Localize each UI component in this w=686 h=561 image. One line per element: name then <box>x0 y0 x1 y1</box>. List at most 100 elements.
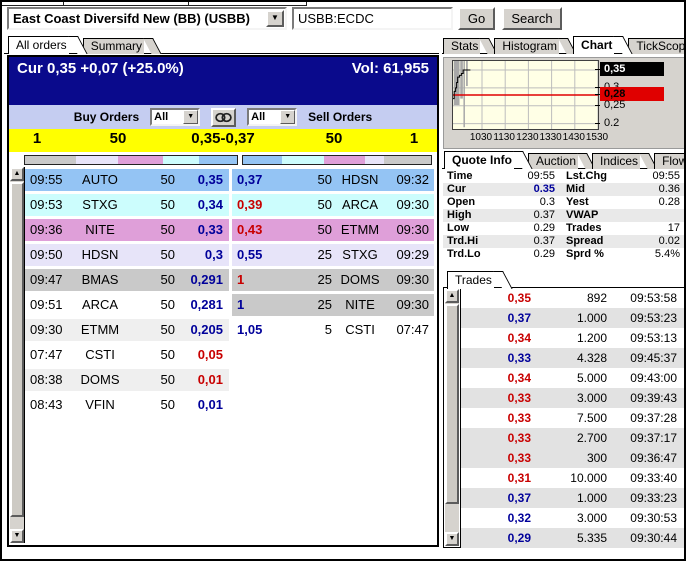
tab-quote-info[interactable]: Quote Info <box>444 151 514 169</box>
trade-time: 09:36:47 <box>630 451 677 465</box>
link-icon <box>215 112 232 122</box>
trade-size: 7.500 <box>576 411 607 425</box>
bid-row[interactable]: 09:55 AUTO 50 0,35 <box>25 169 229 191</box>
quote-value: 0.37 <box>533 209 555 221</box>
bid-row[interactable]: 09:50 HDSN 50 0,3 <box>25 244 229 266</box>
bid-row[interactable]: 08:43 VFIN 50 0,01 <box>25 394 229 416</box>
trade-time: 09:45:37 <box>630 351 677 365</box>
book-scrollbar[interactable]: ▲ ▼ <box>10 167 24 543</box>
go-button[interactable]: Go <box>458 7 495 30</box>
link-button[interactable] <box>211 107 237 127</box>
bid-row[interactable]: 09:53 STXG 50 0,34 <box>25 194 229 216</box>
chevron-down-icon[interactable]: ▼ <box>280 110 296 124</box>
order-price: 0,205 <box>190 322 223 337</box>
chevron-down-icon[interactable]: ▼ <box>183 110 199 124</box>
trades-scrollbar[interactable]: ▲ ▼ <box>445 289 459 546</box>
tab-summary[interactable]: Summary <box>82 38 145 54</box>
depth-segment <box>383 156 431 164</box>
trade-row[interactable]: 0,37 1.000 09:53:23 <box>461 308 684 328</box>
market-maker: ETMM <box>340 222 380 237</box>
scroll-up-button[interactable]: ▲ <box>445 289 459 303</box>
order-price: 1 <box>237 297 245 312</box>
ask-size-total: 50 <box>325 130 343 147</box>
trade-row[interactable]: 0,32 3.000 09:30:53 <box>461 508 684 528</box>
ask-row[interactable]: 1 25 NITE 09:30 <box>232 294 434 316</box>
trades-tabstrip: Trades <box>447 271 508 289</box>
tab-histogram[interactable]: Histogram <box>494 38 560 54</box>
ask-row[interactable]: 0,43 50 ETMM 09:30 <box>232 219 434 241</box>
buy-filter-select[interactable]: All ▼ <box>150 108 201 126</box>
trade-row[interactable]: 0,35 892 09:53:58 <box>461 288 684 308</box>
scroll-up-button[interactable]: ▲ <box>10 167 24 181</box>
tab-indices[interactable]: Indices <box>592 153 641 169</box>
trade-row[interactable]: 0,29 5.335 09:30:44 <box>461 528 684 548</box>
chart-y-tick: 0.2 <box>595 116 640 130</box>
bid-row[interactable]: 08:38 DOMS 50 0,01 <box>25 369 229 391</box>
trade-row[interactable]: 0,33 300 09:36:47 <box>461 448 684 468</box>
scroll-thumb[interactable] <box>10 182 24 517</box>
trade-size: 5.335 <box>576 531 607 545</box>
order-size: 50 <box>160 322 175 337</box>
tab-auction[interactable]: Auction <box>528 153 579 169</box>
chevron-down-icon[interactable]: ▼ <box>266 10 284 27</box>
depth-segment <box>323 156 366 164</box>
order-time: 09:30 <box>396 297 429 312</box>
trade-row[interactable]: 0,37 1.000 09:33:23 <box>461 488 684 508</box>
tab-flow[interactable]: Flow <box>654 153 684 169</box>
quote-value: 0.28 <box>658 196 680 208</box>
quote-value: 0.29 <box>533 248 555 260</box>
price-marker: 0,35 <box>595 61 664 76</box>
tab-tickscope[interactable]: TickScope <box>628 38 684 54</box>
order-size: 25 <box>317 272 332 287</box>
bid-row[interactable]: 09:36 NITE 50 0,33 <box>25 219 229 241</box>
scroll-down-button[interactable]: ▼ <box>10 529 24 543</box>
bid-row[interactable]: 07:47 CSTI 50 0,05 <box>25 344 229 366</box>
ask-row[interactable]: 0,39 50 ARCA 09:30 <box>232 194 434 216</box>
ask-row[interactable]: 0,55 25 STXG 09:29 <box>232 244 434 266</box>
ask-row[interactable]: 1 25 DOMS 09:30 <box>232 269 434 291</box>
trade-time: 09:53:13 <box>630 331 677 345</box>
market-maker: CSTI <box>85 347 115 362</box>
trade-row[interactable]: 0,34 1.200 09:53:13 <box>461 328 684 348</box>
quote-row: Time 09:55 Lst.Chg 09:55 <box>443 170 684 183</box>
bid-ask-range: 0,35-0,37 <box>191 130 255 147</box>
bid-row[interactable]: 09:47 BMAS 50 0,291 <box>25 269 229 291</box>
order-time: 08:38 <box>30 372 63 387</box>
tab-chart[interactable]: Chart <box>573 36 615 54</box>
ask-rows: 0,37 50 HDSN 09:32 0,39 50 ARCA 09:30 0,43 50 ETMM… <box>232 169 434 344</box>
trade-row[interactable]: 0,34 5.000 09:43:00 <box>461 368 684 388</box>
quote-value: 0.02 <box>658 235 680 247</box>
order-size: 50 <box>160 297 175 312</box>
bid-row[interactable]: 09:30 ETMM 50 0,205 <box>25 319 229 341</box>
symbol-select[interactable]: East Coast Diversifd New (BB) (USBB) ▼ <box>7 7 287 30</box>
order-price: 1,05 <box>237 322 263 337</box>
trade-row[interactable]: 0,33 7.500 09:37:28 <box>461 408 684 428</box>
trade-price: 0,37 <box>507 491 531 505</box>
ask-row[interactable]: 1,05 5 CSTI 07:47 <box>232 319 434 341</box>
symbol-input[interactable] <box>292 7 453 30</box>
scroll-down-button[interactable]: ▼ <box>445 532 459 546</box>
trade-size: 10.000 <box>570 471 607 485</box>
trade-row[interactable]: 0,33 2.700 09:37:17 <box>461 428 684 448</box>
bid-depth-bar <box>24 155 238 165</box>
trade-row[interactable]: 0,33 4.328 09:45:37 <box>461 348 684 368</box>
bid-row[interactable]: 09:51 ARCA 50 0,281 <box>25 294 229 316</box>
scroll-thumb[interactable] <box>445 304 459 504</box>
ask-row[interactable]: 0,37 50 HDSN 09:32 <box>232 169 434 191</box>
market-maker: BMAS <box>81 272 119 287</box>
tab-stats[interactable]: Stats <box>443 38 481 54</box>
quote-value: 0.3 <box>539 196 555 208</box>
quote-label: High <box>447 209 472 221</box>
tab-trades[interactable]: Trades <box>447 271 494 289</box>
trade-size: 2.700 <box>576 431 607 445</box>
sell-filter-select[interactable]: All ▼ <box>247 108 298 126</box>
order-price: 0,01 <box>197 397 223 412</box>
quote-value: 0.37 <box>533 235 555 247</box>
order-size: 25 <box>317 247 332 262</box>
search-button[interactable]: Search <box>502 7 562 30</box>
market-maker: STXG <box>342 247 378 262</box>
price-chart-plot[interactable] <box>452 60 599 130</box>
tab-all-orders[interactable]: All orders <box>8 36 69 54</box>
trade-row[interactable]: 0,31 10.000 09:33:40 <box>461 468 684 488</box>
trade-row[interactable]: 0,33 3.000 09:39:43 <box>461 388 684 408</box>
